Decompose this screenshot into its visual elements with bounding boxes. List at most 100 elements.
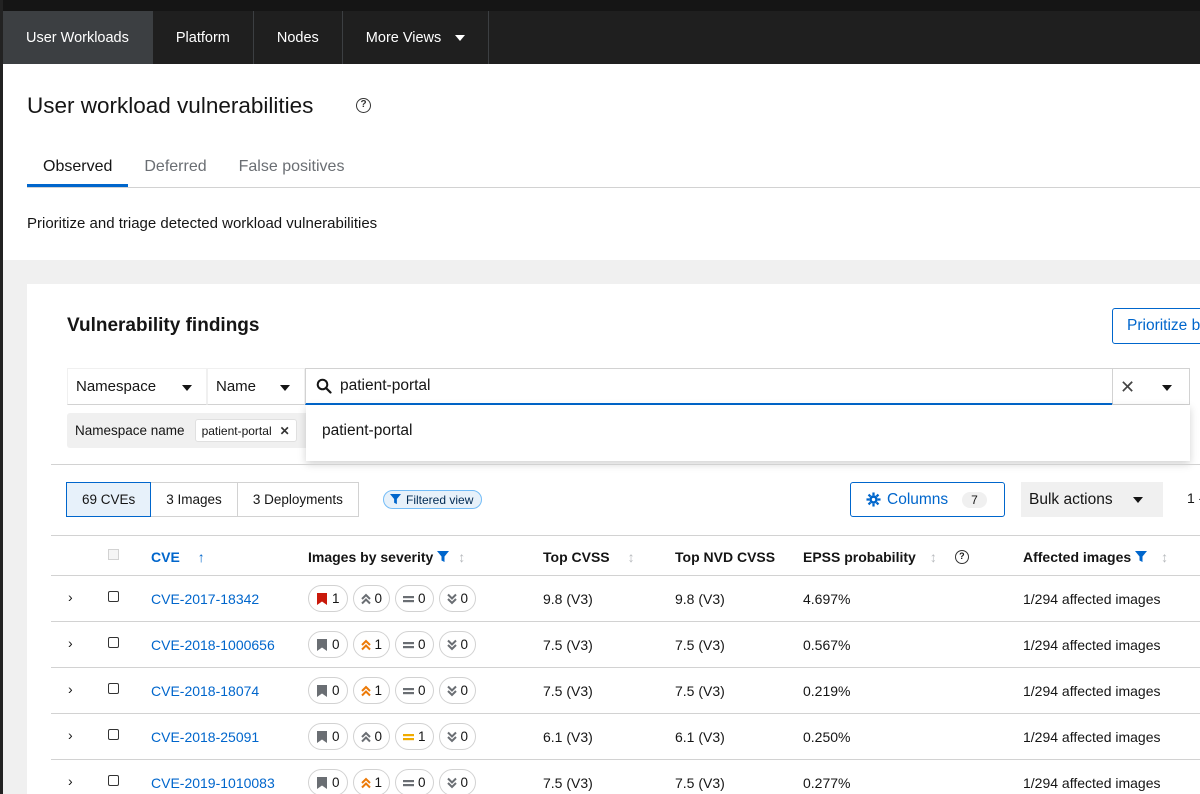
- help-icon[interactable]: ?: [356, 98, 371, 113]
- gear-icon: [866, 492, 881, 507]
- cve-link[interactable]: CVE-2018-25091: [151, 729, 259, 745]
- columns-count: 7: [962, 491, 987, 508]
- row-checkbox[interactable]: [108, 729, 119, 740]
- affected-images: 1/294 affected images: [1023, 683, 1161, 699]
- low-severity-icon: [446, 639, 457, 650]
- columns-label: Columns: [887, 490, 949, 508]
- expand-chevron-icon[interactable]: ›: [68, 589, 73, 605]
- header-affected-images[interactable]: Affected images ↕: [1023, 549, 1168, 565]
- page-tabs: Observed Deferred False positives: [27, 146, 1200, 188]
- severity-count-low: 0: [438, 677, 477, 704]
- row-checkbox[interactable]: [108, 683, 119, 694]
- severity-count-low: 0: [438, 631, 477, 658]
- top-nvd-cvss: 7.5 (V3): [675, 775, 725, 791]
- table-header: CVE ↑ Images by severity ↕ Top CVSS ↕ To…: [51, 535, 1200, 576]
- severity-count: 0: [418, 637, 426, 652]
- page-title: User workload vulnerabilities: [27, 93, 314, 118]
- header-images-by-severity[interactable]: Images by severity ↕: [308, 549, 465, 565]
- chip-remove-icon[interactable]: ✕: [280, 424, 290, 438]
- pagination-summary[interactable]: 1 -: [1187, 490, 1200, 506]
- moderate-severity-icon: [403, 733, 415, 740]
- row-checkbox[interactable]: [108, 591, 119, 602]
- caret-down-icon: [455, 34, 466, 41]
- moderate-severity-icon: [403, 779, 415, 786]
- critical-severity-icon: [317, 776, 327, 789]
- severity-count: 1: [374, 683, 383, 698]
- severity-count-important: 1: [352, 631, 391, 658]
- top-strip: [0, 0, 1200, 11]
- select-all-checkbox[interactable]: [108, 549, 119, 560]
- cve-link[interactable]: CVE-2017-18342: [151, 591, 259, 607]
- header-images-label: Images by severity: [308, 549, 434, 565]
- cve-link[interactable]: CVE-2018-18074: [151, 683, 259, 699]
- important-severity-icon: [360, 685, 371, 696]
- expand-chevron-icon[interactable]: ›: [68, 681, 73, 697]
- row-checkbox[interactable]: [108, 775, 119, 786]
- prioritize-button[interactable]: Prioritize b: [1112, 308, 1200, 344]
- toggle-cves[interactable]: 69 CVEs: [66, 482, 152, 517]
- row-checkbox[interactable]: [108, 637, 119, 648]
- header-epss[interactable]: EPSS probability ↕ ?: [803, 549, 969, 565]
- cve-link[interactable]: CVE-2019-1010083: [151, 775, 275, 791]
- severity-count: 0: [332, 729, 340, 744]
- nav-tab-nodes[interactable]: Nodes: [254, 11, 343, 64]
- severity-count-critical: 0: [308, 677, 348, 704]
- severity-count: 1: [374, 775, 383, 790]
- bulk-actions-button[interactable]: Bulk actions: [1021, 482, 1163, 517]
- expand-chevron-icon[interactable]: ›: [68, 773, 73, 789]
- affected-images: 1/294 affected images: [1023, 637, 1161, 653]
- nav-tab-label: More Views: [365, 29, 442, 46]
- severity-count-moderate: 0: [395, 631, 434, 658]
- critical-severity-icon: [317, 684, 327, 697]
- caret-down-icon: [1133, 497, 1143, 503]
- entity-select[interactable]: Namespace: [67, 368, 207, 405]
- toggle-images[interactable]: 3 Images: [150, 482, 238, 517]
- toggle-deployments[interactable]: 3 Deployments: [236, 482, 359, 517]
- moderate-severity-icon: [403, 641, 415, 648]
- cve-link[interactable]: CVE-2018-1000656: [151, 637, 275, 653]
- columns-button[interactable]: Columns 7: [850, 482, 1005, 517]
- nav-tab-more-views[interactable]: More Views: [343, 11, 490, 64]
- severity-count-important: 0: [352, 723, 391, 750]
- affected-images: 1/294 affected images: [1023, 775, 1161, 791]
- epss-probability: 0.277%: [803, 775, 851, 791]
- search-input[interactable]: patient-portal: [305, 368, 1113, 405]
- images-by-severity: 0 1 0 0: [308, 631, 481, 658]
- affected-images: 1/294 affected images: [1023, 591, 1161, 607]
- top-nvd-cvss: 7.5 (V3): [675, 637, 725, 653]
- caret-down-icon[interactable]: [1162, 385, 1172, 391]
- tab-false-positives[interactable]: False positives: [223, 146, 361, 187]
- top-nvd-cvss: 7.5 (V3): [675, 683, 725, 699]
- table-row: › CVE-2018-25091 0010 6.1 (V3) 6.1 (V3) …: [51, 714, 1200, 760]
- filter-icon: [1135, 551, 1148, 562]
- severity-count: 0: [332, 637, 340, 652]
- critical-severity-icon: [317, 730, 327, 743]
- help-icon[interactable]: ?: [954, 550, 969, 564]
- expand-chevron-icon[interactable]: ›: [68, 727, 73, 743]
- severity-count: 1: [332, 591, 340, 606]
- header-top-cvss[interactable]: Top CVSS ↕: [543, 549, 635, 565]
- severity-count: 0: [332, 683, 340, 698]
- top-nvd-cvss: 6.1 (V3): [675, 729, 725, 745]
- nav-tab-platform[interactable]: Platform: [153, 11, 254, 64]
- clear-icon[interactable]: ✕: [1120, 377, 1135, 398]
- typeahead-option[interactable]: patient-portal: [322, 422, 1174, 440]
- nav-tab-label: Platform: [175, 29, 230, 46]
- severity-count: 0: [460, 591, 469, 606]
- severity-count: 0: [460, 683, 469, 698]
- severity-count-critical: 1: [308, 585, 348, 612]
- tab-observed[interactable]: Observed: [27, 146, 129, 187]
- divider: [51, 464, 1200, 465]
- table-row: › CVE-2018-1000656 0 1 0 0 7.5 (V3) 7.5 (V3…: [51, 622, 1200, 668]
- sort-asc-icon: ↑: [197, 549, 205, 565]
- epss-probability: 0.219%: [803, 683, 851, 699]
- attribute-select[interactable]: Name: [207, 368, 305, 405]
- nav-tab-user-workloads[interactable]: User Workloads: [3, 11, 153, 64]
- nav-tab-label: User Workloads: [26, 29, 129, 46]
- expand-chevron-icon[interactable]: ›: [68, 635, 73, 651]
- tab-deferred[interactable]: Deferred: [128, 146, 222, 187]
- page-description: Prioritize and triage detected workload …: [27, 215, 378, 232]
- header-cve[interactable]: CVE ↑: [151, 549, 205, 565]
- moderate-severity-icon: [403, 595, 415, 602]
- findings-card: Vulnerability findings Prioritize b Name…: [27, 284, 1200, 794]
